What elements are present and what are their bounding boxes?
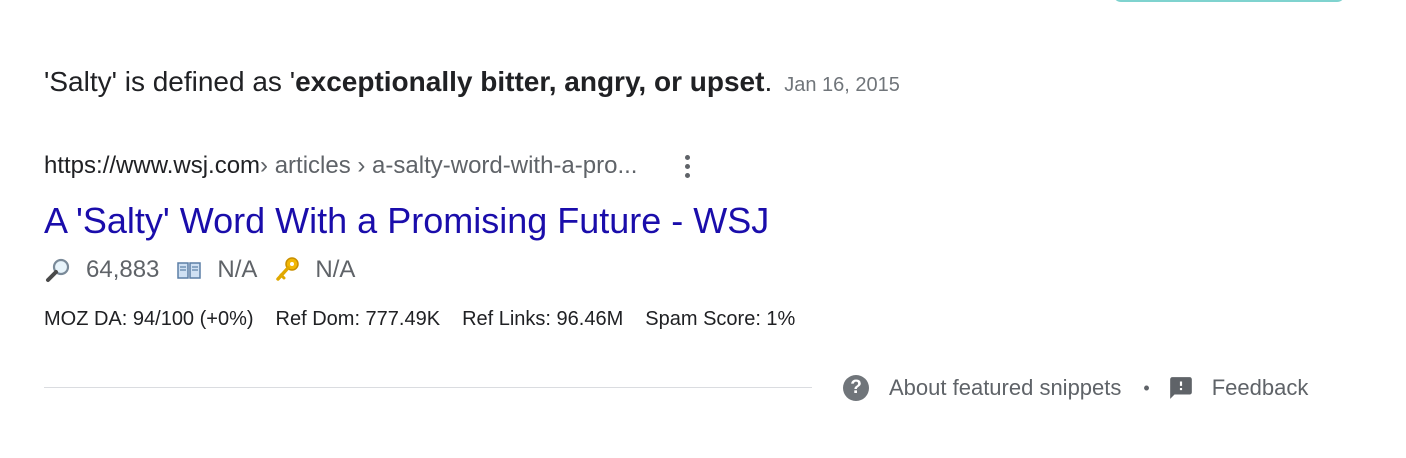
spam-score: Spam Score: 1% bbox=[645, 308, 796, 330]
result-title-link[interactable]: A 'Salty' Word With a Promising Future -… bbox=[44, 198, 769, 244]
search-volume-value: 64,883 bbox=[86, 256, 160, 283]
moz-da: MOZ DA: 94/100 (+0%) bbox=[44, 308, 254, 330]
cite-domain[interactable]: https://www.wsj.com bbox=[44, 150, 260, 182]
key-value: N/A bbox=[315, 256, 356, 283]
about-label: About featured snippets bbox=[889, 375, 1122, 400]
ref-links: Ref Links: 96.46M bbox=[462, 308, 624, 330]
result-breadcrumb: https://www.wsj.com › articles › a-salty… bbox=[44, 150, 697, 182]
snippet-footer: ? About featured snippets • Feedback bbox=[843, 372, 1308, 404]
cite-path: › articles › a-salty-word-with-a-pro... bbox=[260, 152, 638, 179]
book-value: N/A bbox=[217, 256, 258, 283]
feedback-link[interactable]: Feedback bbox=[1168, 372, 1309, 404]
more-vert-icon[interactable] bbox=[677, 150, 697, 182]
help-circle-icon: ? bbox=[843, 375, 869, 401]
seo-metrics-row: 64,883 N/A N/A bbox=[44, 254, 371, 286]
snippet-suffix: . bbox=[764, 66, 773, 97]
about-featured-snippets-link[interactable]: ? About featured snippets bbox=[843, 372, 1121, 404]
feedback-label: Feedback bbox=[1211, 375, 1309, 400]
partial-button-edge[interactable] bbox=[1113, 0, 1345, 2]
snippet-prefix: 'Salty' is defined as ' bbox=[44, 66, 296, 97]
ref-dom: Ref Dom: 777.49K bbox=[275, 308, 441, 330]
feedback-icon bbox=[1168, 375, 1194, 401]
moz-metrics-row: MOZ DA: 94/100 (+0%) Ref Dom: 777.49K Re… bbox=[44, 305, 817, 333]
divider bbox=[44, 387, 812, 388]
key-icon bbox=[273, 256, 301, 284]
snippet-date: Jan 16, 2015 bbox=[784, 74, 900, 96]
book-icon bbox=[175, 258, 203, 282]
featured-snippet-text: 'Salty' is defined as 'exceptionally bit… bbox=[44, 62, 900, 105]
search-result-page: 'Salty' is defined as 'exceptionally bit… bbox=[0, 0, 1406, 458]
footer-separator: • bbox=[1143, 378, 1150, 398]
snippet-highlight: exceptionally bitter, angry, or upset bbox=[295, 66, 765, 97]
magnifying-glass-icon bbox=[44, 256, 72, 284]
